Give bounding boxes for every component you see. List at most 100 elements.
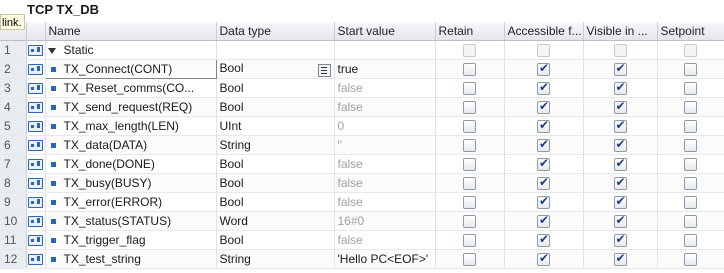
retain-checkbox[interactable] <box>463 158 476 172</box>
name-cell[interactable]: TX_status(STATUS) <box>45 211 217 231</box>
col-header-retain[interactable]: Retain <box>435 22 505 41</box>
retain-checkbox[interactable] <box>463 82 476 96</box>
accessible-checkbox[interactable] <box>537 251 550 267</box>
setpoint-checkbox[interactable] <box>684 215 697 229</box>
table-row[interactable]: 8 TX_busy(BUSY) Bool false <box>0 173 724 193</box>
accessible-cell[interactable] <box>504 116 584 136</box>
visible-checkbox[interactable] <box>613 99 627 115</box>
retain-checkbox[interactable] <box>463 234 476 248</box>
visible-checkbox[interactable] <box>613 156 627 172</box>
start-value-cell[interactable]: '' <box>334 135 436 155</box>
name-cell[interactable]: TX_done(DONE) <box>45 154 217 174</box>
start-value-cell[interactable]: false <box>334 230 436 250</box>
col-header-accessible[interactable]: Accessible f... <box>504 22 584 41</box>
table-row[interactable]: 6 TX_data(DATA) String '' <box>0 135 724 155</box>
accessible-cell[interactable] <box>504 59 584 79</box>
visible-checkbox[interactable] <box>613 61 627 77</box>
retain-cell[interactable] <box>435 154 505 174</box>
retain-cell[interactable] <box>435 135 505 155</box>
data-type-cell[interactable]: Bool <box>216 78 335 98</box>
visible-checkbox[interactable] <box>613 251 627 267</box>
setpoint-checkbox[interactable] <box>684 177 697 191</box>
retain-checkbox[interactable] <box>463 253 476 267</box>
col-header-visible[interactable]: Visible in ... <box>583 22 658 41</box>
visible-cell[interactable] <box>583 192 658 212</box>
retain-cell[interactable] <box>435 173 505 193</box>
retain-checkbox[interactable] <box>463 177 476 191</box>
setpoint-checkbox[interactable] <box>684 139 697 153</box>
visible-checkbox[interactable] <box>613 118 627 134</box>
data-type-cell[interactable]: Bool <box>216 230 335 250</box>
retain-checkbox[interactable] <box>463 44 476 58</box>
accessible-checkbox[interactable] <box>537 61 550 77</box>
retain-cell[interactable] <box>435 211 505 231</box>
table-row[interactable]: 4 TX_send_request(REQ) Bool false <box>0 97 724 117</box>
setpoint-checkbox[interactable] <box>684 82 697 96</box>
setpoint-checkbox[interactable] <box>684 120 697 134</box>
name-cell[interactable]: TX_send_request(REQ) <box>45 97 217 117</box>
expand-caret-icon[interactable] <box>47 47 56 54</box>
accessible-checkbox[interactable] <box>537 137 550 153</box>
table-row[interactable]: 9 TX_error(ERROR) Bool false <box>0 192 724 212</box>
start-value-cell[interactable]: true <box>334 59 436 79</box>
setpoint-cell[interactable] <box>657 135 724 155</box>
accessible-checkbox[interactable] <box>537 194 550 210</box>
retain-checkbox[interactable] <box>463 120 476 134</box>
setpoint-checkbox[interactable] <box>684 234 697 248</box>
visible-cell[interactable] <box>583 173 658 193</box>
accessible-cell[interactable] <box>504 192 584 212</box>
visible-checkbox[interactable] <box>613 194 627 210</box>
visible-cell[interactable] <box>583 116 658 136</box>
accessible-checkbox[interactable] <box>537 118 550 134</box>
visible-cell[interactable] <box>583 249 658 269</box>
retain-cell[interactable] <box>435 40 505 60</box>
retain-checkbox[interactable] <box>463 196 476 210</box>
visible-checkbox[interactable] <box>613 175 627 191</box>
setpoint-cell[interactable] <box>657 154 724 174</box>
data-type-cell[interactable]: Bool <box>216 173 335 193</box>
data-type-cell[interactable]: String <box>216 135 335 155</box>
accessible-cell[interactable] <box>504 135 584 155</box>
name-cell[interactable]: TX_Reset_comms(CO... <box>45 78 217 98</box>
name-cell[interactable]: TX_error(ERROR) <box>45 192 217 212</box>
setpoint-cell[interactable] <box>657 59 724 79</box>
setpoint-checkbox[interactable] <box>684 253 697 267</box>
accessible-cell[interactable] <box>504 154 584 174</box>
retain-cell[interactable] <box>435 97 505 117</box>
retain-cell[interactable] <box>435 78 505 98</box>
retain-checkbox[interactable] <box>463 101 476 115</box>
retain-checkbox[interactable] <box>463 63 476 77</box>
retain-cell[interactable] <box>435 249 505 269</box>
accessible-cell[interactable] <box>504 40 584 60</box>
data-type-picker-icon[interactable] <box>317 64 331 77</box>
accessible-cell[interactable] <box>504 78 584 98</box>
start-value-cell[interactable]: false <box>334 97 436 117</box>
visible-cell[interactable] <box>583 154 658 174</box>
retain-cell[interactable] <box>435 59 505 79</box>
visible-cell[interactable] <box>583 97 658 117</box>
setpoint-cell[interactable] <box>657 173 724 193</box>
setpoint-checkbox[interactable] <box>684 44 697 58</box>
data-type-cell[interactable]: Bool <box>216 154 335 174</box>
accessible-checkbox[interactable] <box>537 99 550 115</box>
start-value-cell[interactable]: false <box>334 78 436 98</box>
name-cell[interactable]: TX_Connect(CONT) <box>44 59 217 79</box>
col-header-name[interactable]: Name <box>45 22 217 41</box>
visible-cell[interactable] <box>583 78 658 98</box>
col-header-data-type[interactable]: Data type <box>216 22 335 41</box>
start-value-cell[interactable]: 0 <box>334 116 436 136</box>
table-row[interactable]: 10 TX_status(STATUS) Word 16#0 <box>0 211 724 231</box>
accessible-checkbox[interactable] <box>537 213 550 229</box>
retain-cell[interactable] <box>435 116 505 136</box>
table-row[interactable]: 5 TX_max_length(LEN) UInt 0 <box>0 116 724 136</box>
col-header-setpoint[interactable]: Setpoint <box>657 22 724 41</box>
data-type-cell[interactable]: Bool <box>216 59 335 79</box>
accessible-checkbox[interactable] <box>537 232 550 248</box>
name-cell[interactable]: TX_test_string <box>45 249 217 269</box>
accessible-cell[interactable] <box>504 230 584 250</box>
start-value-cell[interactable]: false <box>334 154 436 174</box>
setpoint-cell[interactable] <box>657 78 724 98</box>
accessible-checkbox[interactable] <box>537 80 550 96</box>
start-value-cell[interactable]: 16#0 <box>334 211 436 231</box>
visible-cell[interactable] <box>583 40 658 60</box>
